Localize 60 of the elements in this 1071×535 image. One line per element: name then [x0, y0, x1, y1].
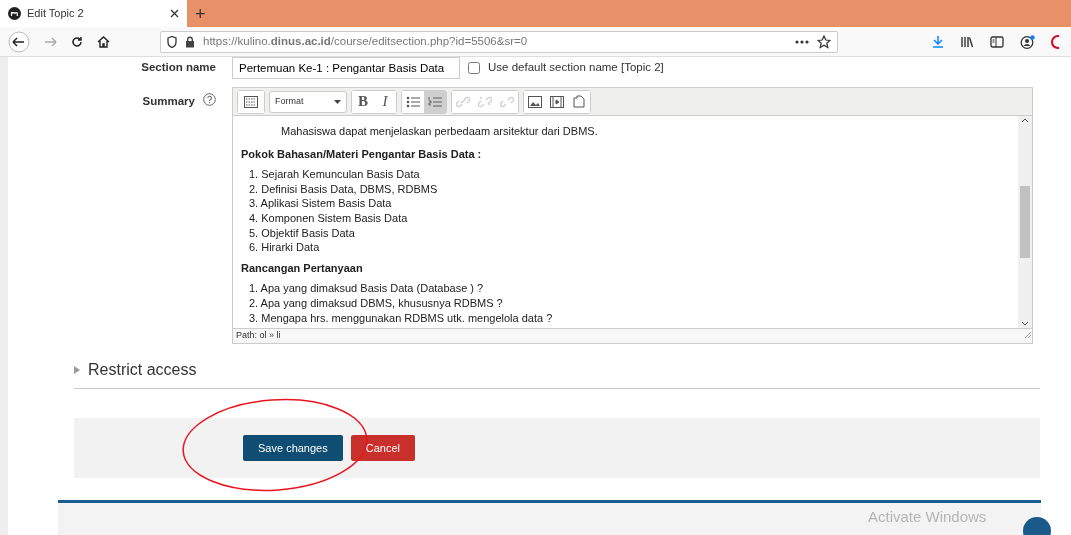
numbered-list-icon — [428, 95, 442, 108]
rich-text-editor[interactable] — [232, 87, 1033, 344]
close-icon[interactable] — [170, 9, 179, 18]
media-icon — [550, 95, 564, 108]
resize-handle-icon[interactable] — [1022, 329, 1032, 339]
toolbar-toggle-icon — [244, 95, 258, 108]
paragraph-heading: Rancangan Pertanyaan — [241, 260, 364, 276]
list-item: 4. Komponen Sistem Basis Data — [249, 211, 408, 224]
account-icon[interactable] — [1020, 34, 1035, 49]
back-icon[interactable] — [8, 30, 30, 53]
help-icon[interactable] — [203, 93, 216, 106]
star-icon[interactable] — [817, 34, 831, 49]
unlink-icon — [478, 95, 492, 108]
activation-notice: Activate Windows — [868, 507, 987, 527]
list-item: 1. Apa yang dimaksud Basis Data (Database ) ? — [249, 282, 484, 295]
field-label: Summary — [142, 94, 195, 109]
sidebar-icon[interactable] — [990, 35, 1004, 48]
scroll-thumb[interactable] — [1020, 186, 1030, 258]
anchor-icon — [500, 95, 514, 108]
download-icon[interactable] — [932, 35, 944, 48]
shield-icon[interactable] — [167, 35, 177, 48]
lock-icon[interactable] — [185, 35, 195, 48]
more-icon[interactable] — [795, 39, 809, 44]
restrict-access-toggle[interactable]: Restrict access — [74, 358, 1041, 382]
url-text: https://kulino.dinus.ac.id/course/editsection.php?id=5506&sr=0 — [203, 33, 529, 49]
home-icon[interactable] — [97, 35, 110, 48]
site-logo-icon — [8, 7, 21, 20]
dropdown-caret-icon — [334, 99, 341, 104]
list-item: 2. Apa yang dimaksud DBMS, khususnya RDBMS ? — [249, 296, 503, 309]
list-item: 3. Aplikasi Sistem Basis Data — [249, 197, 392, 210]
list-item: 3. Mengapa hrs. menggunakan RDBMS utk. mengelola data ? — [249, 311, 553, 324]
list-item: 5. Objektif Basis Data — [249, 226, 355, 239]
scroll-up-icon[interactable] — [1021, 118, 1029, 123]
tab-title[interactable]: Edit Topic 2 — [27, 5, 164, 22]
extension-icon[interactable] — [1051, 34, 1059, 49]
image-icon — [528, 95, 542, 108]
checkbox[interactable] — [468, 62, 480, 74]
cancel-button[interactable]: Cancel — [350, 434, 415, 462]
bullet-list-icon — [406, 95, 420, 108]
new-tab-button[interactable]: + — [195, 4, 206, 23]
address-bar[interactable]: https://kulino.dinus.ac.id/course/editsection.php?id=5506&sr=0 — [160, 30, 838, 53]
scrollbar[interactable] — [1018, 116, 1032, 328]
list-item: 1. Sejarah Kemunculan Basis Data — [249, 168, 420, 181]
library-icon[interactable] — [960, 35, 974, 48]
list-item: 6. Hirarki Data — [249, 241, 320, 254]
field-label: Section name — [140, 60, 217, 76]
scroll-down-icon[interactable] — [1021, 321, 1029, 326]
link-icon — [456, 95, 470, 108]
list-item: 2. Definisi Basis Data, DBMS, RDBMS — [249, 182, 438, 195]
format-dropdown[interactable]: Format — [269, 90, 347, 113]
checkbox-label[interactable]: Use default section name [Topic 2] — [488, 59, 664, 77]
save-button[interactable]: Save changes — [243, 434, 343, 462]
caret-icon — [74, 366, 80, 374]
editor-path: Path: ol » li — [236, 329, 281, 342]
toolbar-toggle-button[interactable] — [238, 90, 264, 113]
paragraph: Mahasiswa dapat menjelaskan perbedaam arsitektur dari DBMS. — [280, 124, 599, 139]
paragraph-heading: Pokok Bahasan/Materi Pengantar Basis Data : — [241, 146, 483, 162]
reload-icon[interactable] — [71, 35, 83, 48]
section-name-input[interactable]: Pertemuan Ke-1 : Pengantar Basis Data — [232, 57, 460, 79]
file-icon — [573, 95, 585, 108]
